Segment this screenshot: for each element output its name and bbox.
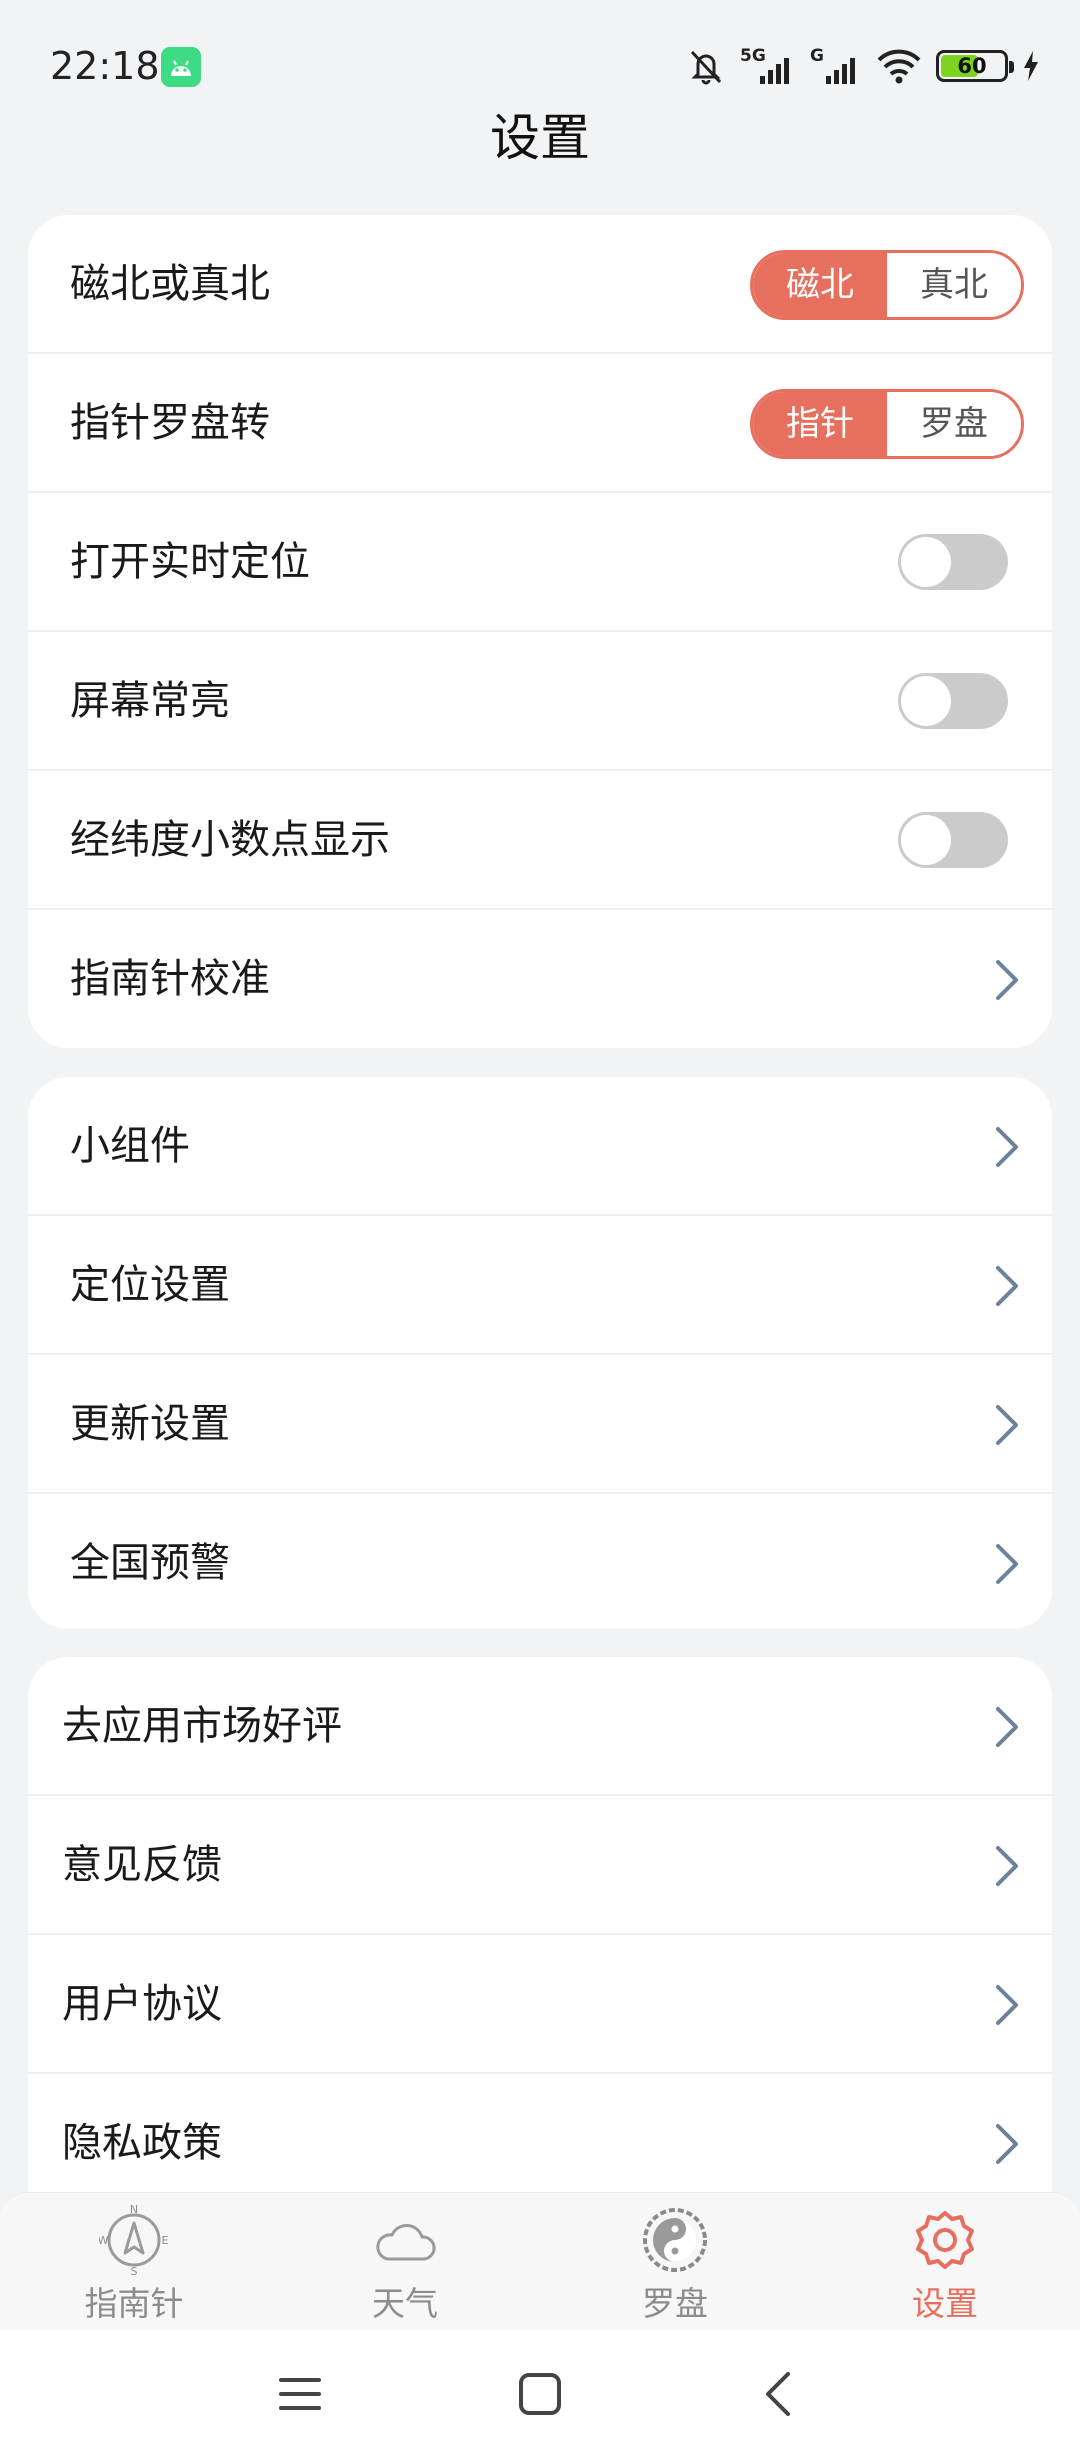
list-item[interactable]: 去应用市场好评 — [28, 1657, 1052, 1796]
list-item[interactable]: 全国预警 — [28, 1494, 1052, 1629]
setting-label: 定位设置 — [70, 1262, 230, 1308]
list-item[interactable]: 更新设置 — [28, 1355, 1052, 1494]
home-icon[interactable] — [518, 2372, 562, 2416]
chevron-right-icon — [996, 1266, 1018, 1306]
signal-bars-icon — [826, 58, 855, 84]
realtime-location-toggle[interactable] — [898, 534, 1008, 590]
tab-label: 天气 — [372, 2284, 438, 2323]
tab-compass[interactable]: N S W E 指南针 — [34, 2205, 234, 2325]
wifi-icon — [877, 49, 921, 84]
setting-label: 指南针校准 — [70, 956, 270, 1002]
menu-icon[interactable] — [278, 2374, 322, 2414]
cloud-icon — [376, 2224, 436, 2261]
segment-pointer[interactable]: 指针 — [753, 392, 887, 456]
battery-level: 60 — [957, 54, 987, 78]
segment-dial[interactable]: 罗盘 — [887, 392, 1021, 456]
tab-label: 指南针 — [84, 2284, 184, 2323]
setting-label: 全国预警 — [70, 1540, 230, 1586]
chevron-right-icon — [996, 1846, 1018, 1886]
chevron-right-icon — [996, 1405, 1018, 1445]
setting-label: 去应用市场好评 — [62, 1703, 342, 1749]
setting-latlng-decimal: 经纬度小数点显示 — [28, 771, 1052, 910]
tab-weather[interactable]: 天气 — [305, 2205, 505, 2325]
luopan-icon — [643, 2208, 707, 2272]
tab-luopan[interactable]: 罗盘 — [575, 2205, 775, 2325]
settings-card-about: 去应用市场好评 意见反馈 用户协议 隐私政策 — [28, 1657, 1052, 2237]
battery-icon: 60 — [936, 50, 1014, 82]
page-title: 设置 — [490, 109, 590, 167]
bell-muted-icon — [690, 50, 722, 85]
bottom-tab-bar: N S W E 指南针 天气 罗盘 设置 — [0, 2192, 1080, 2330]
status-time: 22:18 — [50, 44, 160, 88]
chevron-right-icon — [996, 1707, 1018, 1747]
settings-screen: 22:18 5G G 60 设置 磁北或真北 磁北 真北 指针罗盘转 指针 罗盘… — [0, 0, 1080, 2460]
latlng-decimal-toggle[interactable] — [898, 812, 1008, 868]
setting-label: 意见反馈 — [62, 1842, 222, 1888]
list-item[interactable]: 用户协议 — [28, 1935, 1052, 2074]
settings-card-features: 小组件 定位设置 更新设置 全国预警 — [28, 1077, 1052, 1629]
svg-text:W: W — [99, 2234, 109, 2247]
svg-text:E: E — [162, 2234, 169, 2247]
settings-card-preferences: 磁北或真北 磁北 真北 指针罗盘转 指针 罗盘 打开实时定位 屏幕常亮 经纬度小… — [28, 215, 1052, 1048]
setting-label: 屏幕常亮 — [70, 678, 230, 724]
setting-label: 磁北或真北 — [70, 261, 270, 307]
chevron-right-icon — [996, 1544, 1018, 1584]
android-notification-icon — [161, 47, 201, 87]
list-item[interactable]: 定位设置 — [28, 1216, 1052, 1355]
segment-magnetic-north[interactable]: 磁北 — [753, 253, 887, 317]
tab-settings[interactable]: 设置 — [845, 2205, 1045, 2325]
tab-label: 设置 — [912, 2284, 978, 2323]
setting-label: 经纬度小数点显示 — [70, 817, 390, 863]
keep-screen-on-toggle[interactable] — [898, 673, 1008, 729]
setting-label: 用户协议 — [62, 1981, 222, 2027]
charging-bolt-icon — [1024, 51, 1038, 81]
signal-bars-icon — [760, 58, 789, 84]
list-item[interactable]: 意见反馈 — [28, 1796, 1052, 1935]
setting-label: 打开实时定位 — [70, 539, 310, 585]
system-navigation-bar — [0, 2330, 1080, 2460]
chevron-right-icon — [996, 2124, 1018, 2164]
status-indicators: 5G G 60 — [686, 44, 1040, 88]
segment-true-north[interactable]: 真北 — [887, 253, 1021, 317]
north-mode-segmented-control: 磁北 真北 — [750, 250, 1024, 320]
setting-label: 指针罗盘转 — [70, 400, 270, 446]
setting-compass-calibration[interactable]: 指南针校准 — [28, 910, 1052, 1048]
list-item[interactable]: 小组件 — [28, 1077, 1052, 1216]
setting-rotate-mode: 指针罗盘转 指针 罗盘 — [28, 354, 1052, 493]
gear-icon — [916, 2211, 974, 2269]
setting-realtime-location: 打开实时定位 — [28, 493, 1052, 632]
setting-label: 更新设置 — [70, 1401, 230, 1447]
svg-text:S: S — [131, 2265, 138, 2275]
setting-label: 小组件 — [70, 1123, 190, 1169]
compass-icon: N S W E — [99, 2205, 169, 2275]
signal-5g: 5G — [740, 46, 796, 86]
chevron-right-icon — [996, 1985, 1018, 2025]
signal-g: G — [810, 46, 862, 86]
tab-label: 罗盘 — [642, 2284, 708, 2323]
chevron-right-icon — [996, 960, 1018, 1000]
chevron-right-icon — [996, 1127, 1018, 1167]
setting-keep-screen-on: 屏幕常亮 — [28, 632, 1052, 771]
rotate-mode-segmented-control: 指针 罗盘 — [750, 389, 1024, 459]
back-icon[interactable] — [760, 2370, 794, 2418]
setting-north-mode: 磁北或真北 磁北 真北 — [28, 215, 1052, 354]
svg-text:N: N — [130, 2205, 138, 2216]
